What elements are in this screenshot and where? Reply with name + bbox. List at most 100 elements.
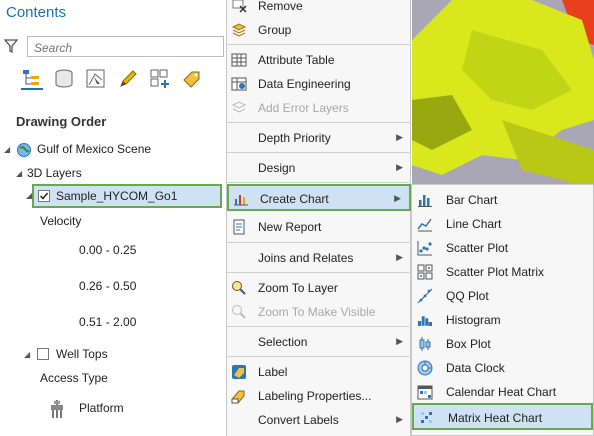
submenu-item-qq-plot[interactable]: QQ Plot — [412, 284, 593, 308]
menu-item-label: Add Error Layers — [258, 101, 349, 115]
menu-item-label: Labeling Properties... — [258, 389, 372, 403]
menu-item-design[interactable]: Design ▶ — [227, 156, 411, 180]
zoom-layer-icon — [231, 280, 247, 296]
submenu-item-scatter-plot[interactable]: Scatter Plot — [412, 236, 593, 260]
menu-item-add-error-layers: Add Error Layers — [227, 96, 411, 120]
submenu-item-label: Matrix Heat Chart — [448, 411, 543, 425]
menu-item-zoom-to-make-visible: Zoom To Make Visible — [227, 300, 411, 324]
platform-label: Platform — [79, 401, 124, 415]
menu-item-depth-priority[interactable]: Depth Priority ▶ — [227, 126, 411, 150]
velocity-class-2: 0.26 - 0.50 — [79, 279, 137, 293]
labeling-properties-icon — [231, 388, 247, 404]
contents-pane: Contents Drawing Order ◢ Gulf of Mexico … — [0, 0, 226, 436]
pane-title: Contents — [6, 4, 67, 21]
menu-item-label: Zoom To Make Visible — [258, 305, 376, 319]
submenu-item-label: Bar Chart — [446, 193, 498, 207]
submenu-item-matrix-heat-chart[interactable]: Matrix Heat Chart — [412, 403, 593, 430]
menu-item-selection[interactable]: Selection ▶ — [227, 330, 411, 354]
submenu-item-scatter-plot-matrix[interactable]: Scatter Plot Matrix — [412, 260, 593, 284]
filter-icon[interactable] — [3, 38, 19, 57]
collapse-well-tops-icon[interactable]: ◢ — [24, 350, 30, 359]
collapse-layer-icon[interactable]: ◢ — [26, 191, 32, 200]
layer-visibility-checkbox[interactable] — [38, 190, 50, 202]
menu-item-group[interactable]: Group — [227, 18, 411, 42]
list-by-labeling-icon[interactable] — [181, 68, 203, 90]
menu-item-new-report[interactable]: New Report — [227, 215, 411, 239]
line-chart-icon — [417, 216, 433, 232]
collapse-3d-layers-icon[interactable]: ◢ — [16, 169, 22, 178]
well-tops-item[interactable]: Well Tops — [56, 347, 108, 361]
report-icon — [231, 219, 247, 235]
create-chart-submenu: Bar Chart Line Chart Scatter Plot Scatte… — [411, 184, 594, 436]
submenu-arrow-icon: ▶ — [396, 336, 403, 346]
menu-item-label: Remove — [258, 0, 303, 13]
menu-separator — [227, 356, 411, 357]
menu-item-labeling-properties[interactable]: Labeling Properties... — [227, 384, 411, 408]
menu-item-label: Depth Priority — [258, 131, 331, 145]
selected-layer-row[interactable]: ◢ Sample_HYCOM_Go1 — [26, 184, 222, 208]
scatter-plot-icon — [417, 240, 433, 256]
menu-item-label: Design — [258, 161, 296, 175]
menu-item-label: Selection — [258, 335, 308, 349]
list-by-drawing-order-icon[interactable] — [21, 68, 43, 90]
list-by-snapping-icon[interactable] — [149, 68, 171, 90]
menu-item-remove[interactable]: Remove — [227, 0, 411, 18]
submenu-item-calendar-heat-chart[interactable]: Calendar Heat Chart — [412, 380, 593, 404]
menu-item-label: Create Chart — [260, 192, 329, 206]
menu-separator — [227, 152, 411, 153]
menu-item-convert-labels[interactable]: Convert Labels ▶ — [227, 408, 411, 432]
menu-separator — [227, 242, 411, 243]
error-layers-icon — [231, 100, 247, 116]
search-box — [27, 36, 224, 57]
submenu-item-label: Line Chart — [446, 217, 502, 231]
menu-item-label: Zoom To Layer — [258, 281, 338, 295]
list-by-source-icon[interactable] — [53, 68, 75, 90]
submenu-item-data-clock[interactable]: Data Clock — [412, 356, 593, 380]
data-engineering-icon — [231, 76, 247, 92]
menu-item-data-engineering[interactable]: Data Engineering — [227, 72, 411, 96]
menu-item-joins-and-relates[interactable]: Joins and Relates ▶ — [227, 246, 411, 270]
menu-item-label: Label — [258, 365, 288, 379]
list-by-selection-icon[interactable] — [85, 68, 107, 90]
menu-item-label: New Report — [258, 220, 322, 234]
menu-separator — [227, 122, 411, 123]
zoom-visible-icon — [231, 304, 247, 320]
menu-item-create-chart[interactable]: Create Chart ▶ — [227, 184, 411, 211]
submenu-arrow-icon: ▶ — [396, 414, 403, 424]
submenu-arrow-icon: ▶ — [396, 132, 403, 142]
matrix-heat-icon — [419, 410, 435, 426]
platform-symbol-icon — [45, 396, 69, 423]
menu-item-label: Joins and Relates — [258, 251, 354, 265]
velocity-class-3: 0.51 - 2.00 — [79, 315, 137, 329]
submenu-item-label: QQ Plot — [446, 289, 489, 303]
velocity-label: Velocity — [40, 214, 82, 228]
list-by-editing-icon[interactable] — [117, 68, 139, 90]
menu-item-label: Group — [258, 23, 292, 37]
submenu-item-label: Data Clock — [446, 361, 505, 375]
menu-item-label: Convert Labels — [258, 413, 339, 427]
qq-plot-icon — [417, 288, 433, 304]
submenu-item-label: Histogram — [446, 313, 501, 327]
search-input[interactable] — [32, 38, 216, 57]
well-tops-checkbox[interactable] — [37, 348, 49, 360]
scene-item[interactable]: Gulf of Mexico Scene — [37, 142, 151, 156]
collapse-scene-icon[interactable]: ◢ — [4, 145, 10, 154]
menu-item-label: Attribute Table — [258, 53, 335, 67]
menu-item-attribute-table[interactable]: Attribute Table — [227, 48, 411, 72]
3d-layers-group[interactable]: 3D Layers — [27, 166, 82, 180]
submenu-item-line-chart[interactable]: Line Chart — [412, 212, 593, 236]
submenu-item-bar-chart[interactable]: Bar Chart — [412, 188, 593, 212]
histogram-icon — [417, 312, 433, 328]
bar-chart-icon — [417, 192, 433, 208]
submenu-item-label: Scatter Plot — [446, 241, 509, 255]
menu-item-zoom-to-layer[interactable]: Zoom To Layer — [227, 276, 411, 300]
label-icon — [231, 364, 247, 380]
submenu-item-box-plot[interactable]: Box Plot — [412, 332, 593, 356]
data-clock-icon — [417, 360, 433, 376]
submenu-item-label: Scatter Plot Matrix — [446, 265, 545, 279]
layer-context-menu: Remove Group Attribute Table Data Engine… — [226, 0, 411, 436]
menu-item-label-toggle[interactable]: Label — [227, 360, 411, 384]
submenu-item-histogram[interactable]: Histogram — [412, 308, 593, 332]
scene-globe-icon — [16, 142, 32, 161]
box-plot-icon — [417, 336, 433, 352]
